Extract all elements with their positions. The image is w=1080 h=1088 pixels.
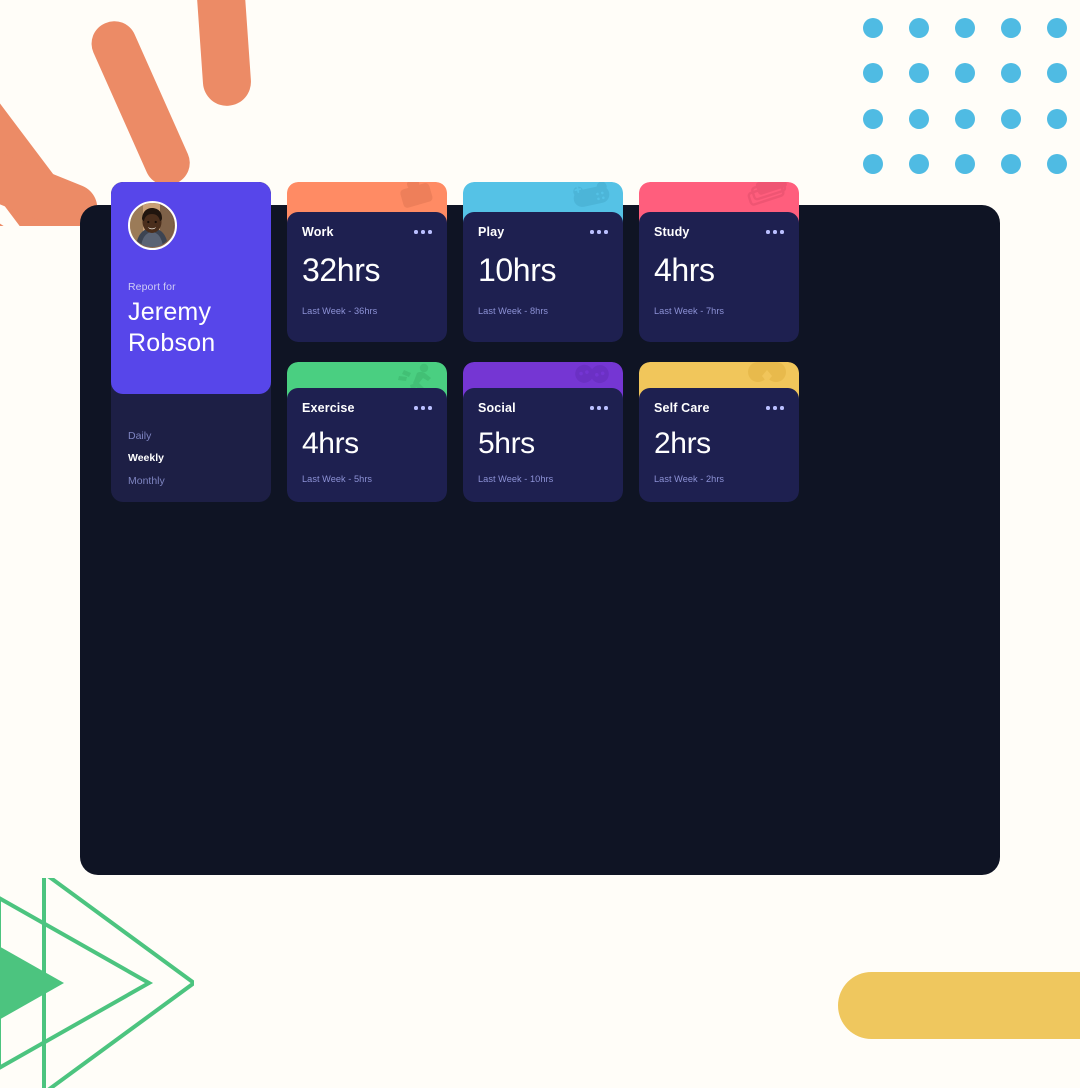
stat-body-play: Play 10hrs Last Week - 8hrs <box>463 212 623 342</box>
stat-value-exercise: 4hrs <box>302 427 359 460</box>
timeframe-option-weekly[interactable]: Weekly <box>128 453 271 464</box>
profile-name-line-2: Robson <box>128 328 216 357</box>
ellipsis-icon[interactable] <box>758 226 784 238</box>
stat-value-social: 5hrs <box>478 427 535 460</box>
stat-previous-play: Last Week - 8hrs <box>478 306 549 316</box>
dashboard-grid: Report for Jeremy Robson Daily Weekly Mo… <box>111 182 799 502</box>
stat-card-social[interactable]: Social 5hrs Last Week - 10hrs <box>463 362 623 502</box>
stat-previous-social: Last Week - 10hrs <box>478 474 554 484</box>
ellipsis-icon[interactable] <box>582 226 608 238</box>
stat-card-work[interactable]: Work 32hrs Last Week - 36hrs <box>287 182 447 342</box>
stat-title-work: Work <box>302 225 334 239</box>
stat-value-study: 4hrs <box>654 252 715 288</box>
stat-head-self-care: Self Care <box>654 401 784 415</box>
timeframe-option-daily[interactable]: Daily <box>128 430 271 442</box>
stat-body-work: Work 32hrs Last Week - 36hrs <box>287 212 447 342</box>
stat-previous-self-care: Last Week - 2hrs <box>654 474 725 484</box>
stat-title-self-care: Self Care <box>654 401 710 415</box>
stat-card-exercise[interactable]: Exercise 4hrs Last Week - 5hrs <box>287 362 447 502</box>
stat-body-self-care: Self Care 2hrs Last Week - 2hrs <box>639 388 799 502</box>
stat-head-social: Social <box>478 401 608 415</box>
ellipsis-icon[interactable] <box>406 226 432 238</box>
profile-name: Jeremy Robson <box>128 297 238 358</box>
stat-title-play: Play <box>478 225 505 239</box>
stat-value-self-care: 2hrs <box>654 427 711 460</box>
stat-value-play: 10hrs <box>478 252 557 288</box>
stat-previous-work: Last Week - 36hrs <box>302 306 378 316</box>
timeframe-option-monthly[interactable]: Monthly <box>128 475 271 487</box>
profile-card-header: Report for Jeremy Robson <box>111 182 271 394</box>
ellipsis-icon[interactable] <box>406 402 432 414</box>
timeframe-nav: Daily Weekly Monthly <box>111 419 271 503</box>
stat-body-study: Study 4hrs Last Week - 7hrs <box>639 212 799 342</box>
ellipsis-icon[interactable] <box>758 402 784 414</box>
stat-card-play[interactable]: Play 10hrs Last Week - 8hrs <box>463 182 623 342</box>
stat-body-exercise: Exercise 4hrs Last Week - 5hrs <box>287 388 447 502</box>
stat-card-study[interactable]: Study 4hrs Last Week - 7hrs <box>639 182 799 342</box>
blue-dot-grid-decoration <box>852 8 1067 178</box>
profile-name-line-1: Jeremy <box>128 298 212 326</box>
stat-head-play: Play <box>478 225 608 239</box>
stat-title-study: Study <box>654 225 690 239</box>
stat-head-exercise: Exercise <box>302 401 432 415</box>
stat-previous-exercise: Last Week - 5hrs <box>302 474 373 484</box>
stat-card-self-care[interactable]: Self Care 2hrs Last Week - 2hrs <box>639 362 799 502</box>
stat-title-exercise: Exercise <box>302 401 355 415</box>
yellow-pill-decoration <box>838 972 1080 1039</box>
stat-head-work: Work <box>302 225 432 239</box>
stat-body-social: Social 5hrs Last Week - 10hrs <box>463 388 623 502</box>
stat-head-study: Study <box>654 225 784 239</box>
green-arrow-decoration <box>0 878 194 1088</box>
stat-title-social: Social <box>478 401 516 415</box>
stat-previous-study: Last Week - 7hrs <box>654 306 725 316</box>
stat-value-work: 32hrs <box>302 252 381 288</box>
profile-card: Report for Jeremy Robson Daily Weekly Mo… <box>111 182 271 502</box>
avatar <box>128 201 177 250</box>
ellipsis-icon[interactable] <box>582 402 608 414</box>
report-for-label: Report for <box>128 281 176 293</box>
